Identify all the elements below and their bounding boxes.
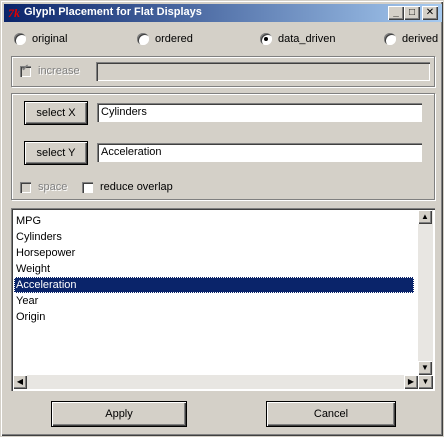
- increase-checkbox[interactable]: [20, 63, 31, 77]
- increase-field[interactable]: [96, 62, 430, 81]
- radio-data-driven[interactable]: data_driven: [260, 33, 336, 45]
- radio-data-driven-label: data_driven: [278, 33, 336, 45]
- space-checkbox[interactable]: [20, 182, 31, 193]
- increase-group: increase: [11, 56, 435, 87]
- close-button[interactable]: ✕: [422, 6, 438, 20]
- list-item[interactable]: Year: [14, 293, 414, 309]
- list-item[interactable]: Origin: [14, 309, 414, 325]
- scroll-left-icon[interactable]: ◀: [13, 375, 27, 389]
- app-icon: 7k: [8, 6, 20, 20]
- select-y-button[interactable]: select Y: [24, 141, 88, 165]
- horizontal-scrollbar[interactable]: ◀ ▶: [13, 375, 418, 389]
- axis-selection-group: select X Cylinders select Y Acceleration…: [11, 93, 435, 200]
- reduce-overlap-label: reduce overlap: [100, 181, 173, 193]
- scroll-down-corner-icon[interactable]: ▼: [418, 375, 433, 389]
- maximize-button[interactable]: □: [404, 6, 420, 20]
- select-x-button[interactable]: select X: [24, 101, 88, 125]
- scroll-down-icon[interactable]: ▼: [418, 361, 432, 375]
- cancel-button[interactable]: Cancel: [266, 401, 396, 427]
- radio-original[interactable]: original: [14, 33, 67, 45]
- variable-list[interactable]: MPG Cylinders Horsepower Weight Accelera…: [11, 208, 435, 391]
- reduce-overlap-checkbox[interactable]: [82, 182, 93, 193]
- dialog-window: 7k Glyph Placement for Flat Displays _ □…: [0, 0, 444, 437]
- radio-derived-indicator[interactable]: [384, 33, 396, 45]
- title-bar[interactable]: 7k Glyph Placement for Flat Displays _ □…: [4, 4, 442, 22]
- placement-mode-group: original ordered data_driven derived: [1, 33, 444, 49]
- increase-label: increase: [38, 65, 80, 77]
- scroll-right-icon[interactable]: ▶: [404, 375, 418, 389]
- list-item[interactable]: Cylinders: [14, 229, 414, 245]
- list-item[interactable]: MPG: [14, 213, 414, 229]
- radio-data-driven-indicator[interactable]: [260, 33, 272, 45]
- minimize-button[interactable]: _: [388, 6, 404, 20]
- apply-button[interactable]: Apply: [51, 401, 187, 427]
- radio-derived-label: derived: [402, 33, 439, 45]
- scroll-up-icon[interactable]: ▲: [418, 210, 432, 224]
- radio-ordered-indicator[interactable]: [137, 33, 149, 45]
- vertical-scrollbar[interactable]: ▲ ▼: [418, 210, 433, 375]
- list-item[interactable]: Horsepower: [14, 245, 414, 261]
- radio-ordered-label: ordered: [155, 33, 193, 45]
- list-item-selected[interactable]: Acceleration: [14, 277, 414, 293]
- radio-original-indicator[interactable]: [14, 33, 26, 45]
- list-item[interactable]: Weight: [14, 261, 414, 277]
- radio-ordered[interactable]: ordered: [137, 33, 193, 45]
- y-axis-field[interactable]: Acceleration: [97, 143, 422, 162]
- window-title: Glyph Placement for Flat Displays: [24, 6, 202, 18]
- x-axis-field[interactable]: Cylinders: [97, 103, 422, 122]
- variable-list-items: MPG Cylinders Horsepower Weight Accelera…: [14, 213, 414, 325]
- radio-derived[interactable]: derived: [384, 33, 438, 45]
- radio-original-label: original: [32, 33, 68, 45]
- space-label: space: [38, 181, 68, 193]
